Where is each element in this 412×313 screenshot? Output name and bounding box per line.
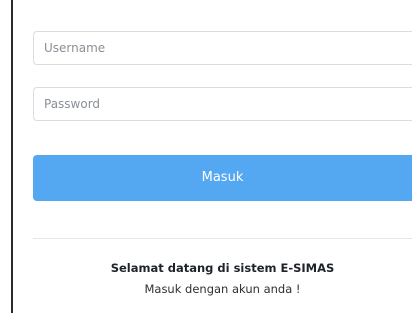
username-input[interactable] xyxy=(33,31,412,65)
left-edge-border xyxy=(11,0,13,313)
login-page: Masuk Selamat datang di sistem E-SIMAS M… xyxy=(0,0,412,313)
left-edge-background xyxy=(0,0,11,313)
login-button[interactable]: Masuk xyxy=(33,155,412,201)
password-input[interactable] xyxy=(33,87,412,121)
form-divider xyxy=(33,238,412,239)
welcome-subtitle: Masuk dengan akun anda ! xyxy=(144,282,301,296)
welcome-title: Selamat datang di sistem E-SIMAS xyxy=(110,261,335,275)
